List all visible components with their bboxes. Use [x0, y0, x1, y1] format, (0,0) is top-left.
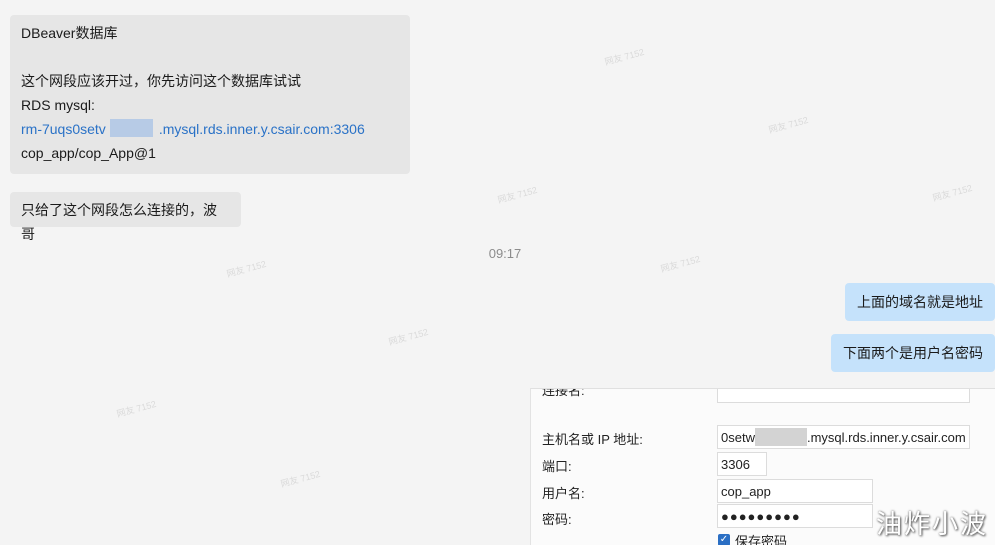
- watermark: 网友 7152: [767, 114, 810, 136]
- watermark: 网友 7152: [659, 253, 702, 275]
- timestamp: 09:17: [488, 246, 522, 261]
- host-suffix: .mysql.rds.inner.y.csair.com: [806, 430, 966, 445]
- link-suffix: .mysql.rds.inner.y.csair.com:3306: [158, 121, 365, 137]
- database-host-link[interactable]: rm-7uqs0setv .mysql.rds.inner.y.csair.com…: [21, 117, 398, 141]
- cut-off-label: 连接名:: [542, 388, 585, 398]
- username-label: 用户名:: [542, 486, 585, 501]
- host-prefix: 0setw: [721, 430, 755, 445]
- message-text: cop_app/cop_App@1: [21, 145, 156, 161]
- watermark: 网友 7152: [931, 182, 974, 204]
- watermark: 网友 7152: [279, 468, 322, 490]
- redaction-mask: [754, 428, 807, 446]
- host-field: 0setw .mysql.rds.inner.y.csair.com: [717, 425, 970, 449]
- save-password-label: 保存密码: [735, 534, 788, 545]
- password-field: ●●●●●●●●●: [717, 504, 873, 528]
- watermark: 网友 7152: [496, 184, 539, 206]
- host-label: 主机名或 IP 地址:: [542, 432, 643, 447]
- message-text: RDS mysql:: [21, 97, 95, 113]
- outgoing-message[interactable]: 下面两个是用户名密码: [831, 334, 995, 372]
- message-text: 这个网段应该开过，你先访问这个数据库试试: [21, 73, 301, 89]
- port-field: 3306: [717, 452, 767, 476]
- save-password-checkbox: ✓: [718, 534, 730, 545]
- username-field: cop_app: [717, 479, 873, 503]
- watermark: 网友 7152: [387, 326, 430, 348]
- outgoing-message[interactable]: 上面的域名就是地址: [845, 283, 995, 321]
- redaction-mask: [109, 119, 153, 137]
- link-prefix: rm-7uqs0setv: [21, 121, 106, 137]
- brand-watermark: 油炸小波: [876, 509, 989, 539]
- watermark: 网友 7152: [115, 398, 158, 420]
- watermark: 网友 7152: [603, 46, 646, 68]
- watermark: 网友 7152: [225, 258, 268, 280]
- incoming-message[interactable]: DBeaver数据库 这个网段应该开过，你先访问这个数据库试试 RDS mysq…: [10, 15, 410, 174]
- cut-off-field: [717, 389, 970, 403]
- message-text: 下面两个是用户名密码: [843, 345, 983, 361]
- incoming-message[interactable]: 只给了这个网段怎么连接的，波哥: [10, 192, 241, 242]
- message-title: DBeaver数据库: [21, 25, 118, 41]
- message-text: 上面的域名就是地址: [857, 294, 983, 310]
- password-label: 密码:: [542, 512, 572, 527]
- message-text: 只给了这个网段怎么连接的，波哥: [21, 202, 217, 242]
- port-label: 端口:: [542, 459, 572, 474]
